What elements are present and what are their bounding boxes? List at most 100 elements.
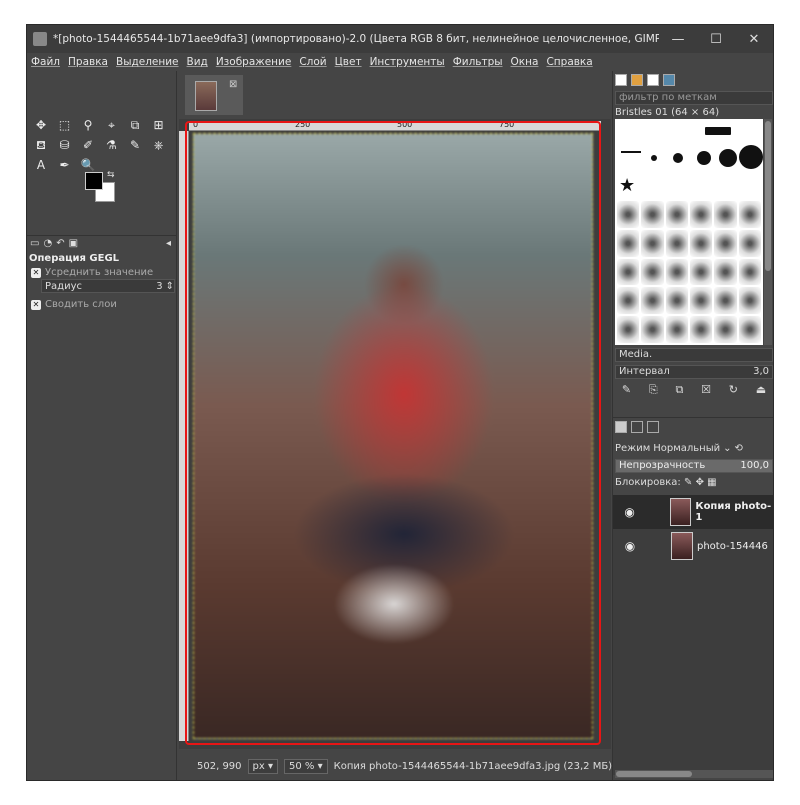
menu-help[interactable]: Справка [546, 56, 592, 68]
visibility-eye-icon[interactable]: ◉ [619, 539, 641, 553]
brush-item[interactable] [690, 287, 713, 315]
brush-item[interactable] [665, 316, 688, 343]
brush-item[interactable] [665, 258, 688, 286]
new-brush-icon[interactable]: ⎘ [649, 383, 658, 399]
brush-item[interactable] [714, 287, 737, 315]
radius-value[interactable]: 3 [156, 281, 162, 292]
brush-item[interactable] [617, 229, 640, 257]
brush-item[interactable] [665, 201, 688, 228]
brush-scrollbar[interactable] [764, 119, 772, 345]
brush-item[interactable] [690, 258, 713, 286]
close-button[interactable]: ✕ [735, 32, 773, 47]
menu-file[interactable]: Файл [31, 56, 60, 68]
delete-brush-icon[interactable]: ☒ [701, 383, 711, 399]
paths-tab-icon[interactable] [647, 420, 659, 433]
transform-tool-icon[interactable]: ⊞ [150, 116, 168, 134]
warp-tool-icon[interactable]: ⛾ [32, 136, 50, 154]
brush-dot-small[interactable] [651, 155, 657, 161]
layers-tab-icon[interactable] [615, 420, 627, 433]
brush-item[interactable] [714, 201, 737, 228]
opacity-spinner[interactable]: Непрозрачность 100,0 [615, 459, 773, 473]
sample-average-option[interactable]: ✕ Усреднить значение [31, 267, 153, 278]
brush-item[interactable] [738, 229, 761, 257]
opacity-value[interactable]: 100,0 [740, 460, 769, 472]
brush-item[interactable] [690, 201, 713, 228]
move-tool-icon[interactable]: ✥ [32, 116, 50, 134]
duplicate-brush-icon[interactable]: ⧉ [675, 383, 683, 399]
device-status-tab-icon[interactable]: ◔ [43, 238, 52, 249]
crop-tool-icon[interactable]: ⧉ [126, 116, 144, 134]
rect-select-tool-icon[interactable]: ⬚ [56, 116, 74, 134]
radius-spinner[interactable]: Радиус 3 ⇕ [41, 279, 175, 293]
lasso-tool-icon[interactable]: ⚲ [79, 116, 97, 134]
dock-menu-icon[interactable]: ◂ [166, 238, 171, 249]
brush-item[interactable] [641, 287, 664, 315]
brush-item[interactable] [714, 229, 737, 257]
close-image-tab-icon[interactable]: ⊠ [229, 79, 237, 90]
brush-dot-xlarge[interactable] [719, 149, 737, 167]
document-history-tab-icon[interactable] [663, 74, 675, 86]
foreground-color[interactable] [85, 172, 103, 190]
brush-scroll-thumb[interactable] [765, 121, 771, 271]
brush-media-tag[interactable]: Media. [615, 348, 773, 362]
brush-grid[interactable]: ★ [615, 119, 763, 345]
menu-image[interactable]: Изображение [216, 56, 292, 68]
merge-layers-checkbox[interactable]: ✕ [31, 299, 41, 310]
heal-tool-icon[interactable]: ⚗ [103, 136, 121, 154]
maximize-button[interactable]: ☐ [697, 32, 735, 47]
brush-dot-xxlarge[interactable] [739, 145, 763, 169]
layer-name[interactable]: photo-154446 [697, 541, 768, 552]
menu-filters[interactable]: Фильтры [453, 56, 503, 68]
brush-item[interactable] [738, 316, 761, 343]
edit-brush-icon[interactable]: ✎ [622, 383, 631, 399]
images-tab-icon[interactable]: ▣ [69, 238, 78, 249]
brush-texture-grid[interactable] [615, 199, 763, 345]
layer-name[interactable]: Копия photo-1 [695, 501, 773, 523]
interval-spinner[interactable]: Интервал 3,0 [615, 365, 773, 379]
menu-color[interactable]: Цвет [335, 56, 362, 68]
mode-select[interactable]: Нормальный [653, 443, 720, 454]
sample-average-checkbox[interactable]: ✕ [31, 267, 41, 278]
menu-windows[interactable]: Окна [511, 56, 539, 68]
lock-alpha-icon[interactable]: ▦ [707, 477, 716, 488]
merge-layers-option[interactable]: ✕ Сводить слои [31, 299, 117, 310]
visibility-eye-icon[interactable]: ◉ [619, 505, 640, 519]
image-tab[interactable]: ⊠ [185, 75, 243, 115]
chevron-down-icon[interactable]: ⌄ [723, 443, 731, 454]
fuzzy-select-tool-icon[interactable]: ⌖ [103, 116, 121, 134]
brush-item[interactable] [738, 258, 761, 286]
paths-tool-icon[interactable]: ⎈ [150, 136, 168, 154]
swap-colors-icon[interactable]: ⇆ [107, 170, 115, 180]
spinner-arrows-icon[interactable]: ⇕ [166, 281, 174, 292]
menu-view[interactable]: Вид [187, 56, 208, 68]
brush-item[interactable] [641, 258, 664, 286]
menu-edit[interactable]: Правка [68, 56, 108, 68]
brush-item[interactable] [641, 229, 664, 257]
refresh-brushes-icon[interactable]: ↻ [729, 383, 738, 399]
brush-item[interactable] [617, 201, 640, 228]
unit-select[interactable]: px ▾ [247, 758, 278, 774]
interval-value[interactable]: 3,0 [753, 366, 769, 378]
brush-dot-medium[interactable] [673, 153, 683, 163]
layers-scroll-thumb[interactable] [616, 771, 692, 777]
brush-item[interactable] [738, 201, 761, 228]
brush-line-icon[interactable] [621, 151, 641, 153]
brush-item[interactable] [641, 316, 664, 343]
brush-item[interactable] [690, 229, 713, 257]
brush-block-icon[interactable] [705, 127, 731, 135]
brush-item[interactable] [738, 287, 761, 315]
undo-history-tab-icon[interactable]: ↶ [56, 238, 64, 249]
zoom-select[interactable]: 50 % ▾ [284, 758, 328, 774]
fonts-tab-icon[interactable] [647, 74, 659, 86]
smudge-tool-icon[interactable]: ✎ [126, 136, 144, 154]
brushes-tab-icon[interactable] [615, 74, 627, 86]
color-picker-tool-icon[interactable]: ✒ [56, 156, 74, 174]
layers-hscrollbar[interactable] [615, 770, 773, 778]
bucket-fill-tool-icon[interactable]: ⛁ [56, 136, 74, 154]
text-tool-icon[interactable]: A [32, 156, 50, 174]
brush-item[interactable] [714, 316, 737, 343]
open-brush-icon[interactable]: ⏏ [756, 383, 766, 399]
tool-options-tab-icon[interactable]: ▭ [30, 238, 39, 249]
paintbrush-tool-icon[interactable]: ✐ [79, 136, 97, 154]
brush-item[interactable] [617, 258, 640, 286]
